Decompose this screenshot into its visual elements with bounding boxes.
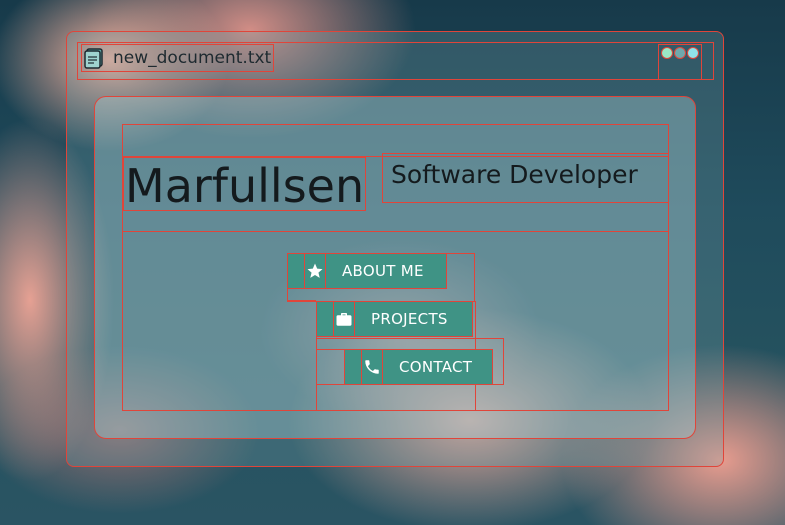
projects-label: PROJECTS	[371, 310, 448, 328]
window-title: new_document.txt	[113, 48, 272, 68]
title-group: new_document.txt	[81, 44, 275, 72]
briefcase-icon	[333, 302, 355, 336]
about-me-button[interactable]: ABOUT ME	[287, 253, 447, 289]
profile-name: Marfullsen	[123, 157, 367, 213]
close-button[interactable]	[687, 47, 699, 59]
star-icon	[304, 254, 326, 288]
title-bar: new_document.txt	[77, 42, 714, 80]
contact-label: CONTACT	[399, 358, 473, 376]
header-row: Marfullsen Software Developer	[123, 125, 669, 232]
phone-icon	[361, 350, 383, 384]
profile-card: Marfullsen Software Developer ABOUT ME P…	[94, 96, 696, 439]
content-frame: Marfullsen Software Developer ABOUT ME P…	[122, 124, 669, 411]
notebook-icon	[83, 47, 105, 69]
contact-button[interactable]: CONTACT	[344, 349, 493, 385]
maximize-button[interactable]	[674, 47, 686, 59]
about-me-label: ABOUT ME	[342, 262, 424, 280]
minimize-button[interactable]	[661, 47, 673, 59]
window-controls	[658, 44, 702, 80]
projects-button[interactable]: PROJECTS	[316, 301, 473, 337]
profile-role: Software Developer	[382, 153, 669, 203]
